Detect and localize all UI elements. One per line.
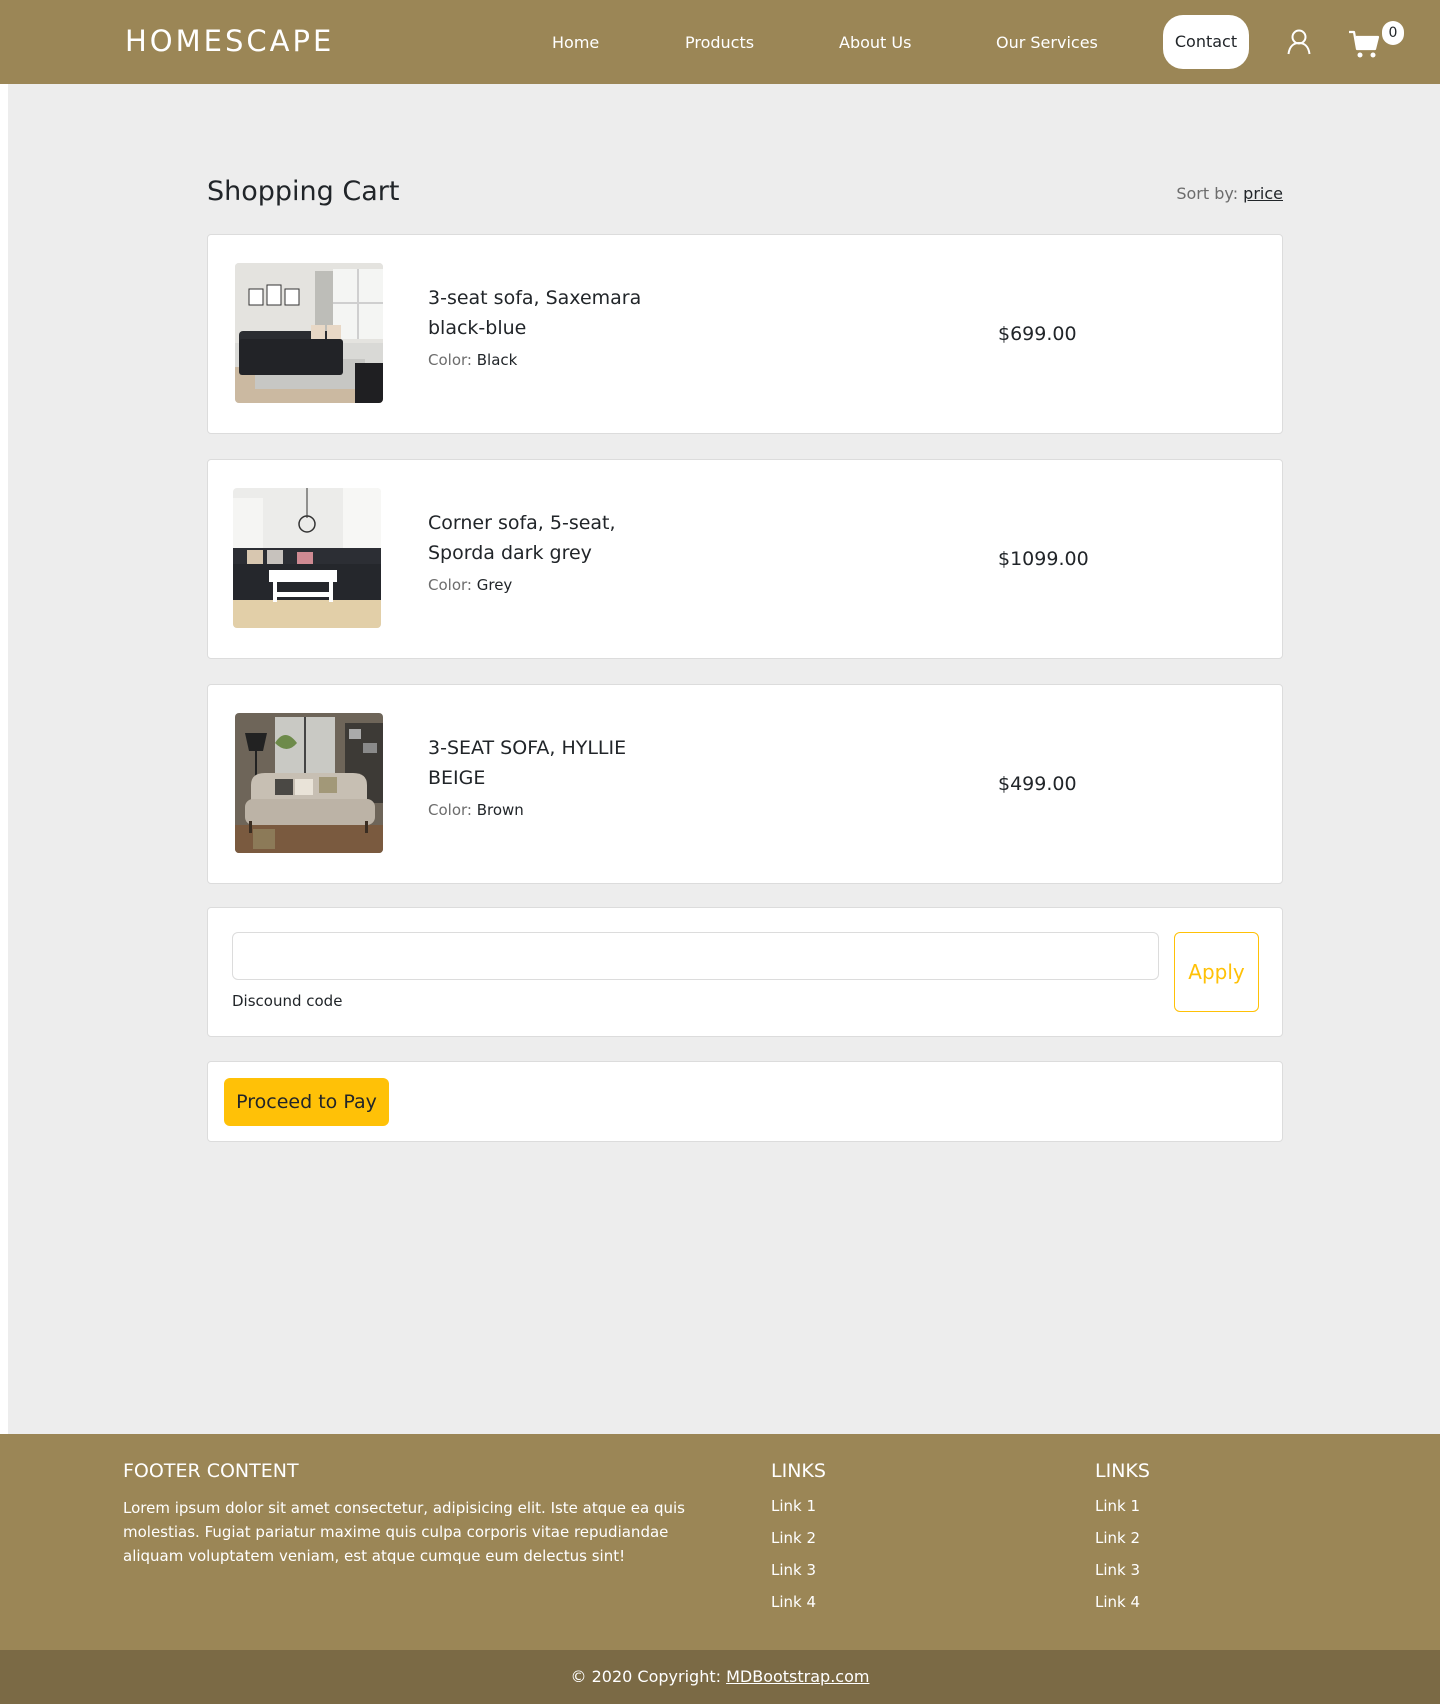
nav-link-our-services[interactable]: Our Services [996, 33, 1098, 52]
sort-control: Sort by: price [1176, 184, 1283, 203]
footer: FOOTER CONTENT Lorem ipsum dolor sit ame… [0, 1434, 1440, 1650]
navbar: HOMESCAPE Home Products About Us Our Ser… [0, 0, 1440, 84]
cart-item-card: 3-SEAT SOFA, HYLLIE BEIGE Color: Brown $… [207, 684, 1283, 884]
sort-label: Sort by: [1176, 184, 1239, 203]
proceed-to-pay-button[interactable]: Proceed to Pay [224, 1078, 389, 1126]
discount-card: Discound code Apply [207, 907, 1283, 1037]
footer-link-item: Link 3 [771, 1558, 816, 1590]
product-image-hyllie [235, 713, 383, 853]
footer-link[interactable]: Link 2 [1095, 1529, 1140, 1547]
cart-item-card: Corner sofa, 5-seat, Sporda dark grey Co… [207, 459, 1283, 659]
item-color: Color: Brown [428, 801, 524, 819]
footer-link-item: Link 2 [1095, 1526, 1140, 1558]
discount-code-label: Discound code [232, 992, 343, 1010]
footer-heading: FOOTER CONTENT [123, 1460, 299, 1482]
footer-link-item: Link 4 [1095, 1590, 1140, 1622]
copyright-link[interactable]: MDBootstrap.com [726, 1667, 869, 1686]
brand-logo[interactable]: HOMESCAPE [125, 24, 334, 58]
item-name: 3-seat sofa, Saxemara black-blue [428, 287, 642, 339]
copyright-bar: © 2020 Copyright: MDBootstrap.com [0, 1650, 1440, 1704]
user-icon[interactable] [1287, 29, 1311, 55]
nav-link-home[interactable]: Home [552, 33, 599, 52]
product-image-saxemara [235, 263, 383, 403]
footer-link-item: Link 1 [1095, 1494, 1140, 1526]
copyright-text: © 2020 Copyright: [570, 1667, 721, 1686]
left-edge-strip [0, 84, 8, 1434]
cart-item-card: 3-seat sofa, Saxemara black-blue Color: … [207, 234, 1283, 434]
apply-discount-button[interactable]: Apply [1174, 932, 1259, 1012]
nav-link-products[interactable]: Products [685, 33, 754, 52]
footer-links-heading: LINKS [771, 1460, 826, 1482]
footer-links-list: Link 1 Link 2 Link 3 Link 4 [771, 1494, 816, 1622]
item-price: $499.00 [998, 773, 1077, 795]
item-price: $1099.00 [998, 548, 1089, 570]
nav-contact-button[interactable]: Contact [1163, 15, 1249, 69]
product-image-sporda [233, 488, 381, 628]
footer-link-item: Link 2 [771, 1526, 816, 1558]
footer-links-list: Link 1 Link 2 Link 3 Link 4 [1095, 1494, 1140, 1622]
item-name: 3-SEAT SOFA, HYLLIE BEIGE [428, 737, 627, 789]
footer-link-item: Link 4 [771, 1590, 816, 1622]
footer-link[interactable]: Link 4 [1095, 1593, 1140, 1611]
footer-link[interactable]: Link 1 [771, 1497, 816, 1515]
footer-link[interactable]: Link 4 [771, 1593, 816, 1611]
footer-link[interactable]: Link 3 [1095, 1561, 1140, 1579]
page-title: Shopping Cart [207, 176, 400, 207]
item-color: Color: Grey [428, 576, 513, 594]
cart-count-badge: 0 [1382, 21, 1404, 45]
item-color: Color: Black [428, 351, 518, 369]
checkout-card: Proceed to Pay [207, 1061, 1283, 1142]
shopping-cart-icon[interactable] [1348, 28, 1380, 60]
sort-by-price-link[interactable]: price [1243, 184, 1283, 203]
footer-link[interactable]: Link 1 [1095, 1497, 1140, 1515]
nav-link-about-us[interactable]: About Us [839, 33, 911, 52]
footer-link-item: Link 1 [771, 1494, 816, 1526]
footer-link[interactable]: Link 3 [771, 1561, 816, 1579]
footer-link[interactable]: Link 2 [771, 1529, 816, 1547]
item-price: $699.00 [998, 323, 1077, 345]
item-name: Corner sofa, 5-seat, Sporda dark grey [428, 512, 616, 564]
footer-links-heading: LINKS [1095, 1460, 1150, 1482]
footer-link-item: Link 3 [1095, 1558, 1140, 1590]
discount-code-input[interactable] [232, 932, 1159, 980]
footer-text: Lorem ipsum dolor sit amet consectetur, … [123, 1499, 685, 1565]
